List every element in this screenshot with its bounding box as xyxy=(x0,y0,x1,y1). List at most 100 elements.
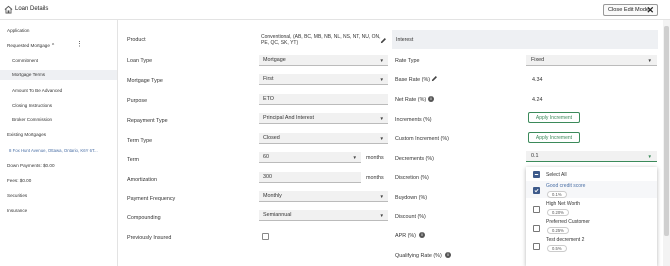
sidebar-item-securities[interactable]: Securities xyxy=(7,193,27,198)
pencil-icon[interactable] xyxy=(431,75,438,82)
decrements-label: Decrements (%) xyxy=(395,156,434,162)
option-name-high-net-worth[interactable]: High Net Worth xyxy=(546,201,580,207)
decrements-select[interactable]: 0.1 ▼ xyxy=(526,151,657,162)
sidebar-item-closing-instructions[interactable]: Closing Instructions xyxy=(12,103,52,108)
rate-type-value: Fixed xyxy=(531,57,545,63)
more-options-icon[interactable]: ⋮ xyxy=(76,41,83,48)
apply-increment-button[interactable]: Apply Increment xyxy=(528,112,580,123)
pencil-icon[interactable] xyxy=(380,37,387,44)
sidebar-item-existing-mortgage-address[interactable]: 8 Fox Hunt Avenue, Ottawa, Ontario, K6Y … xyxy=(9,148,98,153)
chevron-down-icon: ▼ xyxy=(352,155,357,160)
option-checkbox-preferred-customer[interactable] xyxy=(533,225,540,232)
sidebar-item-insurance[interactable]: Insurance xyxy=(7,208,27,213)
option-name-preferred-customer[interactable]: Preferred Customer xyxy=(546,219,590,225)
close-edit-mode-button[interactable]: Close Edit Mode ✕ xyxy=(603,4,658,16)
base-rate-label: Base Rate (%) xyxy=(395,77,431,83)
term-type-select[interactable]: Closed ▼ xyxy=(259,133,388,144)
chevron-down-icon: ▼ xyxy=(647,154,652,159)
home-icon[interactable] xyxy=(4,5,13,14)
custom-increment-label: Custom Increment (%) xyxy=(395,136,449,142)
loan-type-label: Loan Type xyxy=(127,58,153,64)
buydown-label: Buydown (%) xyxy=(395,195,428,201)
sidebar-item-fees[interactable]: Fees: $0.00 xyxy=(7,178,31,183)
chevron-down-icon: ▼ xyxy=(379,213,384,218)
chevron-up-icon: ^ xyxy=(51,43,55,49)
close-icon: ✕ xyxy=(646,5,654,15)
decrements-dropdown-menu: Select All Good credit score 0.1% High N… xyxy=(526,167,657,266)
page-title: Loan Details xyxy=(15,6,49,12)
discretion-label: Discretion (%) xyxy=(395,175,429,181)
purpose-label: Purpose xyxy=(127,98,148,104)
compounding-value: Semiannual xyxy=(263,212,292,218)
option-value-chip: 0.1% xyxy=(547,191,567,198)
term-select[interactable]: 60 ▼ xyxy=(259,152,361,163)
sidebar-item-amount-to-be-advanced[interactable]: Amount To Be Advanced xyxy=(12,88,62,93)
sidebar-item-commitment[interactable]: Commitment xyxy=(12,58,38,63)
loan-type-value: Mortgage xyxy=(263,57,286,63)
payment-frequency-value: Monthly xyxy=(263,193,282,199)
previously-insured-label: Previously Insured xyxy=(127,235,172,241)
info-icon[interactable]: i xyxy=(445,252,451,258)
base-rate-value: 4.34 xyxy=(532,77,543,83)
term-type-value: Closed xyxy=(263,135,280,141)
term-value: 60 xyxy=(263,154,269,160)
sidebar-item-down-payments[interactable]: Down Payments: $0.00 xyxy=(7,163,55,168)
chevron-down-icon: ▼ xyxy=(647,58,652,63)
sidebar-item-label: Requested Mortgage xyxy=(7,43,50,48)
option-value-chip: 0.25% xyxy=(547,227,569,234)
interest-title: Interest xyxy=(396,37,414,43)
increments-label: Increments (%) xyxy=(395,117,432,123)
loan-type-select[interactable]: Mortgage ▼ xyxy=(259,55,388,66)
term-unit: months xyxy=(366,155,384,161)
compounding-select[interactable]: Semiannual ▼ xyxy=(259,210,388,221)
sidebar-item-application[interactable]: Application xyxy=(7,28,29,33)
rate-type-select[interactable]: Fixed ▼ xyxy=(526,55,657,66)
net-rate-value: 4.24 xyxy=(532,97,543,103)
close-edit-mode-label: Close Edit Mode xyxy=(608,7,650,13)
select-all-label[interactable]: Select All xyxy=(546,172,567,178)
option-name-good-credit-score[interactable]: Good credit score xyxy=(546,183,585,189)
mortgage-type-select[interactable]: First ▼ xyxy=(259,74,388,85)
product-value: Conventional, (AB, BC, MB, NB, NL, NS, N… xyxy=(261,34,381,47)
amortization-label: Amortization xyxy=(127,177,157,183)
sidebar: Application Requested Mortgage ^ ⋮ Commit… xyxy=(0,20,118,266)
info-icon[interactable]: i xyxy=(428,96,434,102)
repayment-type-label: Repayment Type xyxy=(127,118,168,124)
repayment-type-select[interactable]: Principal And Interest ▼ xyxy=(259,113,388,124)
purpose-value: ETO xyxy=(263,96,274,102)
term-type-label: Term Type xyxy=(127,138,153,144)
select-all-checkbox[interactable] xyxy=(533,171,540,178)
minus-icon xyxy=(534,174,539,175)
option-value-chip: 0.5% xyxy=(547,245,567,252)
chevron-down-icon: ▼ xyxy=(379,58,384,63)
chevron-down-icon: ▼ xyxy=(379,116,384,121)
payment-frequency-select[interactable]: Monthly ▼ xyxy=(259,191,388,202)
option-name-test-decrement-2[interactable]: Test decrement 2 xyxy=(546,237,584,243)
discount-label: Discount (%) xyxy=(395,214,426,220)
sidebar-item-requested-mortgage[interactable]: Requested Mortgage ^ xyxy=(7,43,54,49)
chevron-down-icon: ▼ xyxy=(379,194,384,199)
option-value-chip: 0.20% xyxy=(547,209,569,216)
purpose-input[interactable]: ETO xyxy=(259,94,388,105)
info-icon[interactable]: i xyxy=(419,232,425,238)
rate-type-label: Rate Type xyxy=(395,58,420,64)
apr-label: APR (%) xyxy=(395,233,416,239)
net-rate-label: Net Rate (%) xyxy=(395,97,427,103)
option-checkbox-test-decrement-2[interactable] xyxy=(533,243,540,250)
decrements-value: 0.1 xyxy=(531,153,539,159)
amortization-input[interactable]: 300 xyxy=(259,172,361,183)
sidebar-item-existing-mortgages[interactable]: Existing Mortgages xyxy=(7,132,46,137)
amortization-unit: months xyxy=(366,175,384,181)
product-label: Product xyxy=(127,37,146,43)
option-checkbox-high-net-worth[interactable] xyxy=(533,206,540,213)
sidebar-item-broker-commission[interactable]: Broker Commission xyxy=(12,117,52,122)
compounding-label: Compounding xyxy=(127,215,161,221)
option-checkbox-good-credit-score[interactable] xyxy=(533,187,540,194)
sidebar-item-mortgage-terms[interactable]: Mortgage Terms xyxy=(0,70,117,80)
previously-insured-checkbox[interactable] xyxy=(262,233,269,240)
mortgage-type-value: First xyxy=(263,76,274,82)
chevron-down-icon: ▼ xyxy=(379,77,384,82)
scrollbar-thumb[interactable] xyxy=(664,26,669,236)
interest-section-header: Interest xyxy=(392,30,658,49)
apply-custom-increment-button[interactable]: Apply Increment xyxy=(528,132,580,143)
